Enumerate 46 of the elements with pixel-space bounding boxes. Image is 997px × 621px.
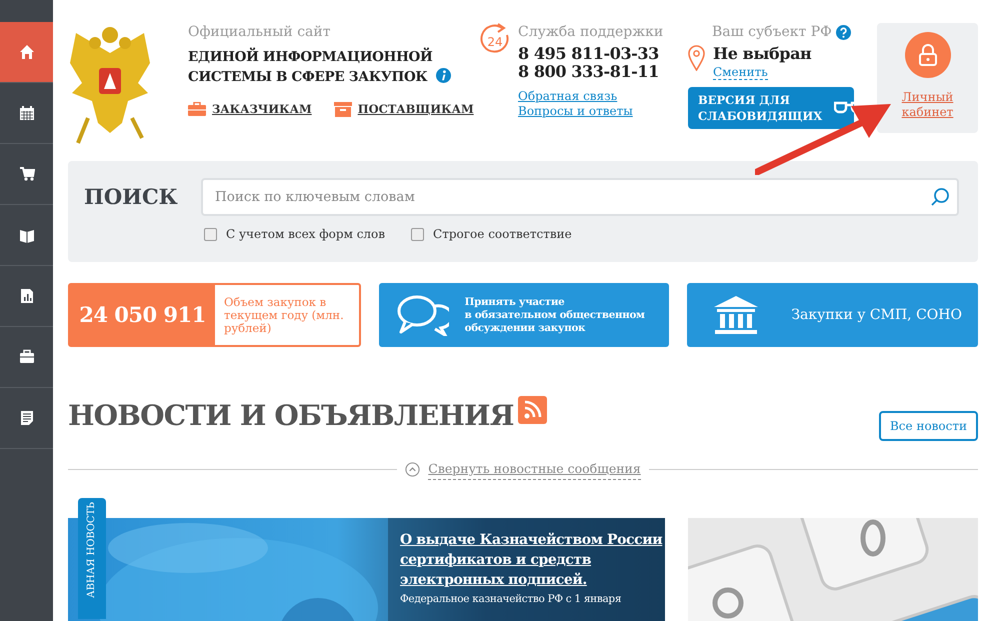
checkbox[interactable] bbox=[204, 228, 217, 240]
phone-number: 8 495 811-03-33 bbox=[518, 45, 660, 63]
support-link[interactable]: Вопросы и ответы bbox=[518, 104, 664, 119]
chat-icon bbox=[396, 294, 449, 336]
procurement-volume-value: 24 050 911 bbox=[70, 285, 215, 345]
news-headline-link[interactable]: О выдаче Казначейством России сертификатов и средств электронных подписей. bbox=[400, 530, 665, 590]
rss-icon[interactable] bbox=[518, 396, 547, 424]
search-icon[interactable] bbox=[930, 187, 950, 207]
phone-number: 8 800 333-81-11 bbox=[518, 63, 660, 81]
public-discussion-button[interactable]: Принять участие в обязательном общественном обсуждении закупок bbox=[378, 283, 670, 347]
report-icon bbox=[18, 288, 34, 304]
region-value: Не выбран bbox=[713, 45, 812, 62]
region-caption: Ваш субъект РФ bbox=[712, 23, 832, 41]
briefcase-icon bbox=[188, 102, 206, 118]
calendar-icon bbox=[18, 105, 34, 121]
search-title: ПОИСК bbox=[84, 183, 179, 211]
personal-account-link[interactable]: Личный кабинет bbox=[892, 90, 962, 120]
news-title: НОВОСТИ И ОБЪЯВЛЕНИЯ bbox=[68, 398, 514, 434]
bank-icon bbox=[713, 295, 760, 335]
search-field[interactable]: Поиск по ключевым словам bbox=[201, 178, 959, 216]
all-news-button[interactable]: Все новости bbox=[878, 411, 978, 441]
lock-icon bbox=[918, 44, 938, 66]
news-excerpt: Федеральное казначейство РФ с 1 января bbox=[400, 592, 622, 606]
document-icon bbox=[18, 410, 34, 426]
customers-link[interactable]: ЗАКАЗЧИКАМ bbox=[188, 101, 312, 118]
checkbox[interactable] bbox=[411, 228, 424, 240]
briefcase-icon bbox=[18, 349, 34, 365]
book-icon bbox=[18, 227, 34, 243]
site-title: ЕДИНОЙ ИНФОРМАЦИОННОЙ СИСТЕМЫ В СФЕРЕ ЗАКУПОК bbox=[188, 47, 432, 87]
checkbox-label[interactable]: Строгое соответствие bbox=[433, 225, 572, 243]
info-icon[interactable] bbox=[436, 68, 452, 83]
help-icon[interactable] bbox=[836, 24, 851, 40]
suppliers-link[interactable]: ПОСТАВЩИКАМ bbox=[334, 101, 474, 118]
smp-procurement-button[interactable]: Закупки у СМП, СОНО bbox=[687, 283, 978, 347]
support-link[interactable]: Обратная связь bbox=[518, 89, 664, 104]
collapse-icon[interactable] bbox=[405, 462, 420, 478]
box-icon bbox=[334, 102, 352, 118]
site-caption: Официальный сайт bbox=[188, 23, 332, 41]
change-region-link[interactable]: Сменить bbox=[713, 65, 768, 80]
support-caption: Служба поддержки bbox=[518, 23, 664, 41]
procurement-volume-caption: Объем закупок в текущем году (млн. рублей) bbox=[223, 296, 345, 334]
home-icon bbox=[18, 44, 34, 60]
cart-icon bbox=[18, 166, 34, 182]
checkbox-label[interactable]: С учетом всех форм слов bbox=[226, 225, 386, 243]
location-pin-icon bbox=[688, 45, 705, 71]
collapse-news-link[interactable]: Свернуть новостные сообщения bbox=[428, 460, 641, 480]
